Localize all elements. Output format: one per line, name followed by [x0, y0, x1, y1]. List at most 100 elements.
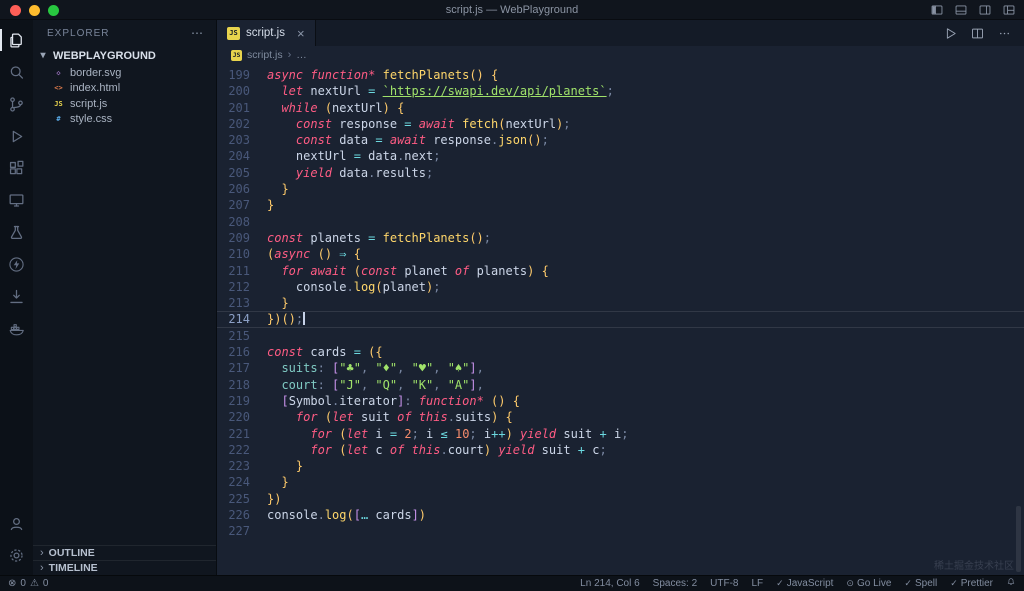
code-line-220[interactable]: 220 for (let suit of this.suits) {: [217, 409, 1024, 425]
code-line-219[interactable]: 219 [Symbol.iterator]: function* () {: [217, 393, 1024, 409]
activity-explorer[interactable]: [0, 24, 33, 56]
file-border.svg[interactable]: ◇ border.svg: [33, 65, 216, 81]
vertical-scrollbar[interactable]: [1016, 506, 1021, 572]
status-label: Spell: [914, 578, 938, 589]
code-line-207[interactable]: 207}: [217, 197, 1024, 213]
code-text: for (let i = 2; i ≤ 10; i++) yield suit …: [310, 426, 629, 441]
breadcrumb-symbol[interactable]: …: [296, 49, 307, 61]
code-line-218[interactable]: 218 court: ["J", "Q", "K", "A"],: [217, 377, 1024, 393]
activity-extensions[interactable]: [0, 152, 33, 184]
code-line-201[interactable]: 201 while (nextUrl) {: [217, 100, 1024, 116]
line-number: 205: [228, 165, 250, 180]
status-prettier[interactable]: ✓ Prettier: [950, 578, 993, 589]
toggle-secondary-sidebar-icon[interactable]: [978, 3, 992, 17]
activity-run-debug[interactable]: [0, 120, 33, 152]
activity-search[interactable]: [0, 56, 33, 88]
activity-settings[interactable]: [0, 539, 33, 571]
code-line-221[interactable]: 221 for (let i = 2; i ≤ 10; i++) yield s…: [217, 426, 1024, 442]
toggle-panel-icon[interactable]: [954, 3, 968, 17]
code-line-206[interactable]: 206 }: [217, 181, 1024, 197]
explorer-more-actions-icon[interactable]: ⋯: [191, 26, 204, 40]
code-line-202[interactable]: 202 const response = await fetch(nextUrl…: [217, 116, 1024, 132]
close-tab-icon[interactable]: ×: [297, 27, 305, 40]
breadcrumb-file[interactable]: script.js: [247, 49, 283, 61]
activity-accounts[interactable]: [0, 507, 33, 539]
code-line-224[interactable]: 224 }: [217, 474, 1024, 490]
status-spell[interactable]: ✓ Spell: [904, 578, 937, 589]
code-line-205[interactable]: 205 yield data.results;: [217, 165, 1024, 181]
code-text: const planets = fetchPlanets();: [267, 230, 492, 245]
zoom-window-button[interactable]: [48, 4, 59, 16]
status-eol[interactable]: LF: [752, 578, 764, 589]
activity-docker[interactable]: [0, 312, 33, 344]
code-line-208[interactable]: 208: [217, 214, 1024, 230]
activity-source-control[interactable]: [0, 88, 33, 120]
activity-testing[interactable]: [0, 216, 33, 248]
code-line-209[interactable]: 209 const planets = fetchPlanets();: [217, 230, 1024, 246]
activity-downloads[interactable]: [0, 280, 33, 312]
code-text: while (nextUrl) {: [281, 100, 405, 115]
code-line-211[interactable]: 211 for await (const planet of planets) …: [217, 263, 1024, 279]
line-number: 204: [228, 149, 250, 164]
status-language[interactable]: ✓ JavaScript: [776, 578, 833, 589]
file-index.html[interactable]: <> index.html: [33, 81, 216, 97]
status-label: LF: [751, 578, 764, 589]
close-window-button[interactable]: [10, 4, 21, 16]
accounts-icon: [7, 514, 26, 533]
code-area[interactable]: 199 async function* fetchPlanets() {200 l…: [217, 64, 1024, 575]
code-line-223[interactable]: 223 }: [217, 458, 1024, 474]
customize-layout-icon[interactable]: [1002, 3, 1016, 17]
file-style.css[interactable]: # style.css: [33, 112, 216, 128]
line-number: 202: [228, 116, 250, 131]
code-line-214[interactable]: 214})();: [217, 311, 1024, 327]
status-indentation[interactable]: Spaces: 2: [653, 578, 697, 589]
workspace-folder-row[interactable]: ▾ WEBPLAYGROUND: [33, 46, 216, 65]
code-line-199[interactable]: 199 async function* fetchPlanets() {: [217, 67, 1024, 83]
code-line-204[interactable]: 204 nextUrl = data.next;: [217, 148, 1024, 164]
minimize-window-button[interactable]: [29, 4, 40, 16]
code-line-215[interactable]: 215: [217, 328, 1024, 344]
code-line-213[interactable]: 213 }: [217, 295, 1024, 311]
breadcrumb[interactable]: JS script.js › …: [217, 46, 1024, 64]
code-line-216[interactable]: 216 const cards = ({: [217, 344, 1024, 360]
go-live-icon: ⊙: [846, 578, 854, 588]
status-go-live[interactable]: ⊙ Go Live: [846, 578, 891, 589]
line-number: 207: [228, 198, 250, 213]
watermark: 稀土掘金技术社区: [934, 561, 1014, 572]
split-editor-icon[interactable]: [970, 26, 985, 41]
code-line-227[interactable]: 227: [217, 523, 1024, 539]
file-name: script.js: [70, 97, 108, 110]
tab-bar: JS script.js ×: [217, 20, 1024, 46]
code-line-203[interactable]: 203 const data = await response.json();: [217, 132, 1024, 148]
code-line-212[interactable]: 212 console.log(planet);: [217, 279, 1024, 295]
code-text: }: [267, 198, 275, 213]
line-number: 219: [228, 393, 250, 408]
timeline-section[interactable]: › TIMELINE: [33, 560, 216, 575]
javascript-file-icon: JS: [231, 49, 242, 61]
code-text: suits: ["♣", "♦", "♥", "♠"],: [281, 361, 484, 376]
status-cursor-position[interactable]: Ln 214, Col 6: [580, 578, 640, 589]
activity-remote-explorer[interactable]: [0, 184, 33, 216]
run-file-icon[interactable]: [943, 26, 958, 41]
code-line-222[interactable]: 222 for (let c of this.court) yield suit…: [217, 442, 1024, 458]
explorer-title: EXPLORER: [47, 27, 110, 39]
file-script.js[interactable]: JS script.js: [33, 96, 216, 112]
status-encoding[interactable]: UTF-8: [710, 578, 738, 589]
activity-thunder-client[interactable]: [0, 248, 33, 280]
toggle-sidebar-icon[interactable]: [930, 3, 944, 17]
code-line-226[interactable]: 226 console.log([… cards]): [217, 507, 1024, 523]
code-line-200[interactable]: 200 let nextUrl = `https://swapi.dev/api…: [217, 83, 1024, 99]
chevron-right-icon: ›: [287, 49, 292, 61]
code-line-217[interactable]: 217 suits: ["♣", "♦", "♥", "♠"],: [217, 360, 1024, 376]
line-number: 213: [228, 296, 250, 311]
code-line-225[interactable]: 225}): [217, 491, 1024, 507]
notifications-bell-icon[interactable]: [1006, 577, 1016, 590]
outline-section[interactable]: › OUTLINE: [33, 545, 216, 560]
line-number: 209: [228, 230, 250, 245]
line-number: 199: [228, 68, 250, 82]
more-actions-icon[interactable]: [997, 26, 1012, 41]
problems-status[interactable]: ⊗ 0 ⚠ 0: [8, 578, 48, 589]
code-line-210[interactable]: 210 (async () ⇒ {: [217, 246, 1024, 262]
tab-script-js[interactable]: JS script.js ×: [217, 20, 316, 46]
line-number: 215: [228, 328, 250, 343]
